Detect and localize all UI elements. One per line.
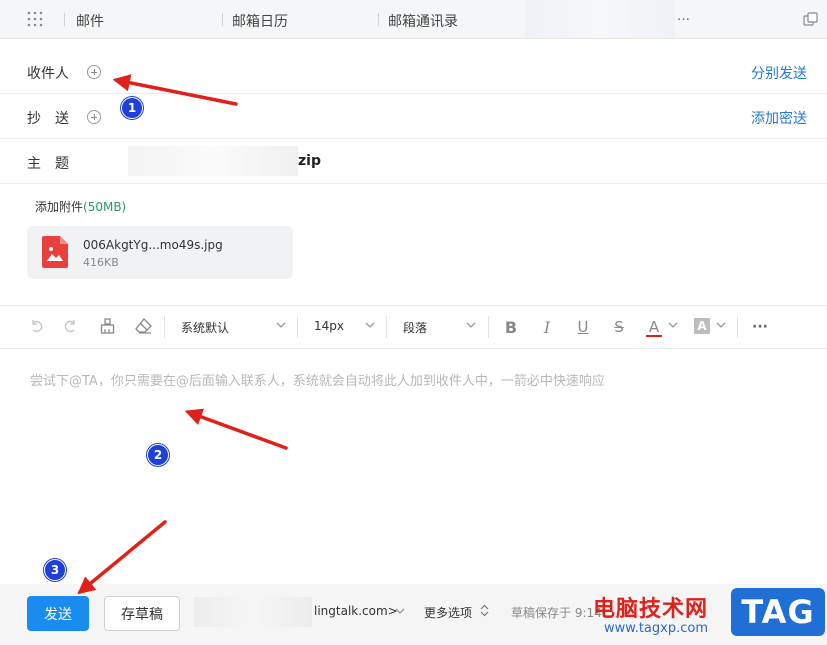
chevron-down-icon [365, 322, 375, 328]
watermark-tag-logo: TAG [731, 588, 825, 636]
annotation-arrow-2 [184, 408, 288, 450]
subject-visible-text: zip [298, 153, 321, 169]
toolbar-separator [737, 316, 738, 338]
attachment-limit: (50MB) [83, 200, 127, 214]
toolbar-separator [386, 316, 387, 338]
annotation-badge-1: 1 [121, 97, 143, 119]
font-size-select[interactable]: 14px [314, 319, 344, 333]
more-tools-button[interactable]: ··· [751, 318, 769, 336]
tab-separator [222, 13, 223, 26]
add-cc-icon[interactable] [87, 110, 101, 124]
undo-icon[interactable] [29, 319, 43, 333]
strikethrough-button[interactable]: S [611, 318, 627, 336]
attachment-name: 006AkgtYg...mo49s.jpg [83, 238, 223, 252]
apps-grid-icon[interactable] [26, 11, 44, 27]
annotation-badge-2: 2 [147, 444, 169, 466]
add-bcc-link[interactable]: 添加密送 [751, 108, 807, 128]
subject-label: 主 题 [27, 156, 69, 172]
toolbar-separator [488, 316, 489, 338]
popout-window-icon[interactable] [803, 12, 818, 27]
tab-calendar[interactable]: 邮箱日历 [232, 11, 288, 31]
bold-button[interactable]: B [503, 318, 519, 337]
save-draft-button[interactable]: 存草稿 [104, 596, 180, 631]
add-attachment-link[interactable]: 添加附件(50MB) [35, 198, 126, 215]
cc-label: 抄 送 [27, 111, 69, 127]
annotation-badge-3: 3 [44, 559, 66, 581]
font-color-button[interactable]: A [646, 318, 662, 337]
chevron-down-icon [276, 322, 286, 328]
tab-separator [378, 13, 379, 26]
tab-separator [64, 13, 65, 26]
to-label: 收件人 [27, 66, 69, 82]
watermark-url: www.tagxp.com [604, 621, 708, 636]
chevron-down-icon [668, 322, 678, 328]
image-file-icon [42, 236, 68, 268]
sort-arrows-icon [480, 604, 489, 617]
body-editor-placeholder[interactable]: 尝试下@TA，你只需要在@后面输入联系人，系统就会自动将此人加到收件人中，一箭必… [30, 370, 605, 389]
toolbar-separator [297, 316, 298, 338]
italic-button[interactable]: I [539, 318, 555, 337]
underline-button[interactable]: U [575, 318, 591, 336]
format-painter-icon[interactable] [100, 318, 115, 334]
chevron-down-icon [716, 322, 726, 328]
subject-input[interactable] [128, 146, 298, 176]
send-button[interactable]: 发送 [27, 596, 89, 631]
paragraph-select[interactable]: 段落 [403, 319, 427, 336]
tab-contacts[interactable]: 邮箱通讯录 [388, 11, 458, 31]
redo-icon[interactable] [64, 319, 78, 333]
divider [0, 138, 827, 139]
tab-overflow-text: … [677, 9, 690, 24]
sender-address-text[interactable]: lingtalk.com> [314, 604, 398, 618]
eraser-icon[interactable] [135, 318, 152, 334]
sender-select-blurred[interactable] [194, 597, 312, 627]
divider [0, 183, 827, 184]
separate-send-link[interactable]: 分别发送 [751, 63, 807, 83]
toolbar-separator [164, 316, 165, 338]
chevron-down-icon [395, 608, 405, 614]
annotation-arrow-3 [77, 520, 167, 595]
tab-mail[interactable]: 邮件 [76, 11, 104, 31]
add-recipient-icon[interactable] [87, 65, 101, 79]
add-attachment-label: 添加附件 [35, 200, 84, 214]
active-tab-blurred[interactable] [525, 0, 675, 38]
divider [0, 93, 827, 94]
chevron-down-icon [466, 322, 476, 328]
attachment-size: 416KB [83, 256, 119, 269]
draft-saved-status: 草稿保存于 9:14: [511, 606, 606, 620]
font-family-select[interactable]: 系统默认 [181, 319, 229, 336]
more-options-button[interactable]: 更多选项 [424, 604, 472, 621]
background-color-button[interactable]: A [694, 318, 710, 334]
watermark-text: 电脑技术网 [593, 597, 709, 622]
